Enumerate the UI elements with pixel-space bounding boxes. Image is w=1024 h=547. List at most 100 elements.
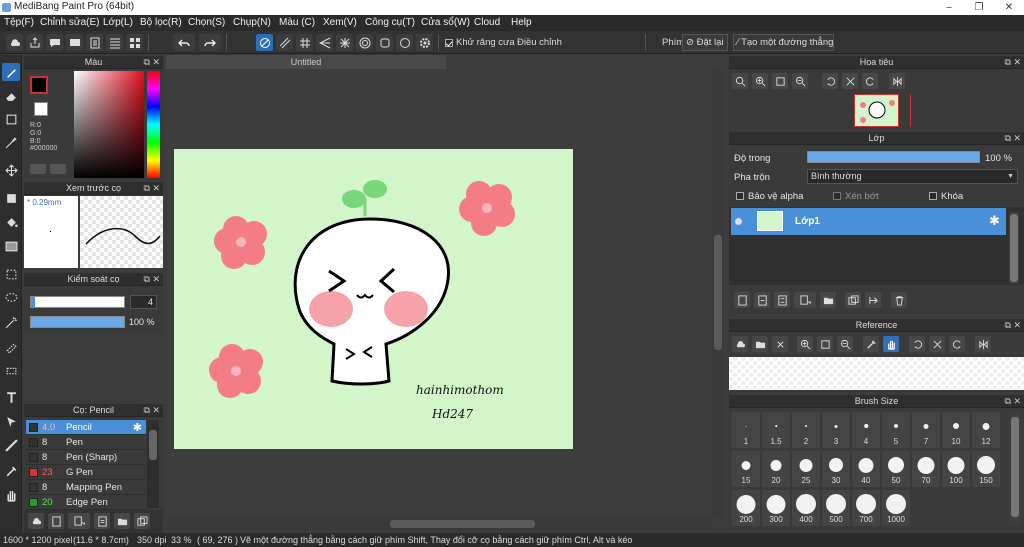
brush-size-option[interactable]: 500: [821, 489, 851, 527]
export-icon[interactable]: [26, 34, 43, 51]
protect-alpha-checkbox[interactable]: [736, 192, 744, 200]
settings-gear-icon[interactable]: [416, 34, 433, 51]
select-tool-icon[interactable]: [2, 265, 20, 283]
menu-view[interactable]: Xem(V): [323, 17, 357, 28]
menu-file[interactable]: Tệp(F): [4, 17, 34, 28]
lock-checkbox[interactable]: [929, 192, 937, 200]
menu-tools[interactable]: Công cụ(T): [365, 17, 415, 28]
layer-row[interactable]: Lớp1 ✱: [731, 208, 1006, 235]
zoom-out-icon[interactable]: [792, 73, 808, 89]
horizontal-scrollbar[interactable]: [166, 518, 712, 530]
select-pen-tool-icon[interactable]: [2, 337, 20, 355]
brush-size-option[interactable]: 5: [881, 411, 911, 449]
brush-size-option[interactable]: 1.5: [761, 411, 791, 449]
brush-size-option[interactable]: 200: [731, 489, 761, 527]
clipping-checkbox[interactable]: [833, 192, 841, 200]
menu-select[interactable]: Chọn(S): [188, 17, 225, 28]
bucket-tool-icon[interactable]: [2, 213, 20, 231]
blend-mode-dropdown[interactable]: Bình thường ▼: [807, 169, 1018, 184]
brush-list-item[interactable]: 4.0 Pencil ✱: [26, 420, 146, 435]
brush-size-option[interactable]: 40: [851, 450, 881, 488]
brush-size-option[interactable]: 1: [731, 411, 761, 449]
reset-button[interactable]: ⊘ Đặt lại: [682, 34, 728, 51]
comment-icon[interactable]: [46, 34, 63, 51]
antialias-checkbox[interactable]: [445, 39, 453, 47]
panel-close-icon[interactable]: ⧉ ✕: [1005, 56, 1021, 69]
brush-size-option[interactable]: 15: [731, 450, 761, 488]
brush-settings-icon[interactable]: [94, 513, 110, 529]
redo-icon[interactable]: [199, 34, 221, 51]
undo-icon[interactable]: [173, 34, 195, 51]
vertical-scrollbar-thumb[interactable]: [714, 235, 722, 350]
scrollbar-thumb[interactable]: [149, 430, 157, 460]
brush-size-option[interactable]: 2: [791, 411, 821, 449]
flip-icon[interactable]: [889, 73, 905, 89]
curve-snap-icon[interactable]: [376, 34, 393, 51]
layer-scrollbar-thumb[interactable]: [1010, 214, 1018, 282]
list-icon[interactable]: [106, 34, 123, 51]
concentric-snap-icon[interactable]: [356, 34, 373, 51]
rectangle-tool-icon[interactable]: [2, 110, 20, 128]
move-tool-icon[interactable]: [2, 161, 20, 179]
color-picker-icon[interactable]: [50, 164, 66, 174]
brush-size-option[interactable]: 7: [911, 411, 941, 449]
reference-fit-icon[interactable]: [817, 336, 833, 352]
brush-settings-gear-icon[interactable]: ✱: [133, 421, 142, 434]
reference-reset-icon[interactable]: [929, 336, 945, 352]
brush-size-option[interactable]: 50: [881, 450, 911, 488]
brush-list-item[interactable]: 8 Mapping Pen: [26, 480, 146, 495]
menu-window[interactable]: Cửa sổ(W): [421, 17, 470, 28]
layer-settings-gear-icon[interactable]: ✱: [989, 213, 1000, 229]
panel-close-icon[interactable]: ⧉ ✕: [144, 273, 160, 286]
straight-line-button[interactable]: ⁄ Tạo một đường thẳng: [733, 34, 834, 51]
zoom-in-plus-icon[interactable]: [752, 73, 768, 89]
dot-pen-tool-icon[interactable]: [2, 133, 20, 151]
rotate-left-icon[interactable]: [822, 73, 838, 89]
magic-wand-tool-icon[interactable]: [2, 313, 20, 331]
saturation-value-picker[interactable]: [74, 71, 144, 178]
brush-size-option[interactable]: 400: [791, 489, 821, 527]
radial-snap-icon[interactable]: [336, 34, 353, 51]
menu-help[interactable]: Help: [511, 17, 532, 28]
duplicate-icon[interactable]: [134, 513, 150, 529]
primary-color-swatch[interactable]: [30, 76, 48, 94]
brush-list-item[interactable]: 23 G Pen: [26, 465, 146, 480]
canvas-tab[interactable]: Untitled: [166, 55, 446, 69]
circle-snap-icon[interactable]: [396, 34, 413, 51]
brush-list-item[interactable]: 8 Pen: [26, 435, 146, 450]
layer-scrollbar[interactable]: [1009, 212, 1019, 284]
grid-snap-icon[interactable]: [296, 34, 313, 51]
close-window-button[interactable]: ✕: [994, 0, 1024, 15]
panel-close-icon[interactable]: ⧉ ✕: [1005, 395, 1021, 408]
rotate-right-icon[interactable]: [862, 73, 878, 89]
brush-size-option[interactable]: 1000: [881, 489, 911, 527]
add-layer-dropdown-icon[interactable]: [794, 292, 816, 308]
cloud-icon[interactable]: [6, 34, 23, 51]
vertical-scrollbar[interactable]: [712, 70, 724, 518]
brush-opacity-slider[interactable]: [30, 316, 125, 328]
menu-color[interactable]: Màu (C): [279, 17, 315, 28]
brush-size-option[interactable]: 25: [791, 450, 821, 488]
menu-layer[interactable]: Lớp(L): [103, 17, 133, 28]
zoom-in-icon[interactable]: [732, 73, 748, 89]
reference-view[interactable]: [729, 357, 1024, 390]
speech-icon[interactable]: [66, 34, 83, 51]
menu-capture[interactable]: Chụp(N): [233, 17, 271, 28]
brush-size-option[interactable]: 30: [821, 450, 851, 488]
brush-size-option[interactable]: 100: [941, 450, 971, 488]
panel-close-icon[interactable]: ⧉ ✕: [144, 404, 160, 417]
new-8bit-layer-icon[interactable]: [774, 292, 790, 308]
text-tool-icon[interactable]: [2, 388, 20, 406]
panel-close-icon[interactable]: ⧉ ✕: [144, 56, 160, 69]
panel-close-icon[interactable]: ⧉ ✕: [1005, 132, 1021, 145]
reset-view-icon[interactable]: [842, 73, 858, 89]
no-snap-icon[interactable]: [256, 34, 273, 51]
merge-layer-icon[interactable]: [865, 292, 881, 308]
delete-layer-icon[interactable]: [891, 292, 907, 308]
brush-tool-icon[interactable]: [2, 63, 20, 81]
hue-slider[interactable]: [147, 71, 160, 178]
menu-edit[interactable]: Chỉnh sửa(E): [40, 17, 100, 28]
brush-size-scrollbar[interactable]: [1009, 411, 1021, 526]
gradient-tool-icon[interactable]: [2, 237, 20, 255]
divide-tool-icon[interactable]: [2, 436, 20, 454]
